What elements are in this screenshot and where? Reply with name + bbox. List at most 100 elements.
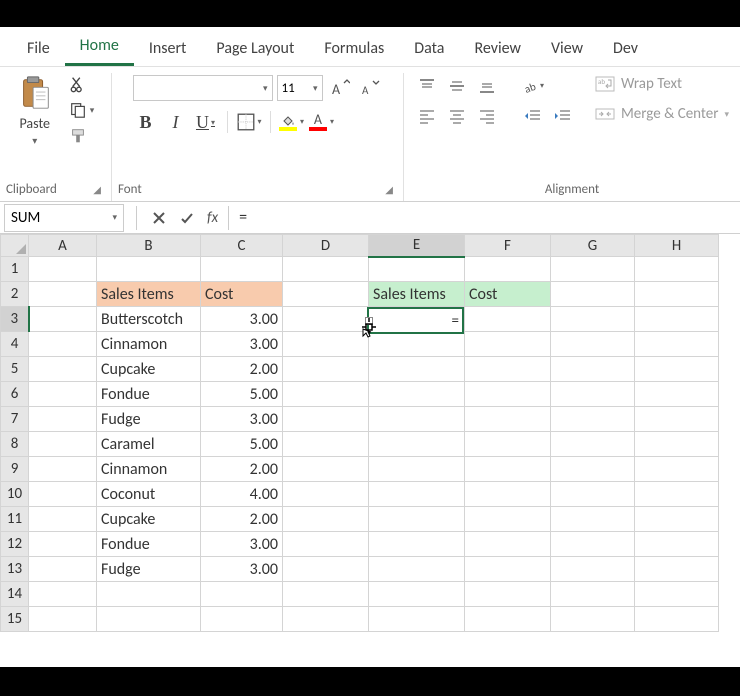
- cell-C6[interactable]: 5.00: [201, 382, 283, 407]
- cell-C5[interactable]: 2.00: [201, 357, 283, 382]
- cell-C11[interactable]: 2.00: [201, 507, 283, 532]
- cell-H1[interactable]: [635, 257, 719, 282]
- font-size-combo[interactable]: 11 ▾: [277, 75, 323, 101]
- cell-D13[interactable]: [283, 557, 369, 582]
- row-header-12[interactable]: 12: [1, 532, 29, 557]
- row-header-14[interactable]: 14: [1, 582, 29, 607]
- cell-C13[interactable]: 3.00: [201, 557, 283, 582]
- cell-C3[interactable]: 3.00: [201, 307, 283, 332]
- cell-G14[interactable]: [551, 582, 635, 607]
- cell-H13[interactable]: [635, 557, 719, 582]
- cell-A13[interactable]: [29, 557, 97, 582]
- cell-B5[interactable]: Cupcake: [97, 357, 201, 382]
- cell-D15[interactable]: [283, 607, 369, 632]
- cell-D2[interactable]: [283, 282, 369, 307]
- paste-dropdown-icon[interactable]: ▾: [32, 134, 37, 147]
- cell-B9[interactable]: Cinnamon: [97, 457, 201, 482]
- cell-G12[interactable]: [551, 532, 635, 557]
- cell-F12[interactable]: [465, 532, 551, 557]
- row-header-11[interactable]: 11: [1, 507, 29, 532]
- row-header-8[interactable]: 8: [1, 432, 29, 457]
- column-header-A[interactable]: A: [29, 235, 97, 257]
- cell-A8[interactable]: [29, 432, 97, 457]
- cell-A4[interactable]: [29, 332, 97, 357]
- column-header-H[interactable]: H: [635, 235, 719, 257]
- cell-G10[interactable]: [551, 482, 635, 507]
- cell-F14[interactable]: [465, 582, 551, 607]
- paste-label[interactable]: Paste: [20, 115, 50, 132]
- column-header-C[interactable]: C: [201, 235, 283, 257]
- paste-icon[interactable]: [15, 73, 55, 113]
- cell-A2[interactable]: [29, 282, 97, 307]
- tab-dev[interactable]: Dev: [598, 29, 653, 66]
- cell-G9[interactable]: [551, 457, 635, 482]
- cell-G5[interactable]: [551, 357, 635, 382]
- cell-F13[interactable]: [465, 557, 551, 582]
- cell-C9[interactable]: 2.00: [201, 457, 283, 482]
- cell-G4[interactable]: [551, 332, 635, 357]
- cell-A1[interactable]: [29, 257, 97, 282]
- name-box[interactable]: SUM ▾: [4, 204, 124, 232]
- cell-E13[interactable]: [369, 557, 465, 582]
- tab-data[interactable]: Data: [399, 29, 459, 66]
- cell-A6[interactable]: [29, 382, 97, 407]
- cell-D9[interactable]: [283, 457, 369, 482]
- cell-D8[interactable]: [283, 432, 369, 457]
- tab-page-layout[interactable]: Page Layout: [201, 29, 309, 66]
- cell-B8[interactable]: Caramel: [97, 432, 201, 457]
- cell-B11[interactable]: Cupcake: [97, 507, 201, 532]
- cell-F10[interactable]: [465, 482, 551, 507]
- cell-H3[interactable]: [635, 307, 719, 332]
- cell-D14[interactable]: [283, 582, 369, 607]
- enter-formula-button[interactable]: [173, 204, 201, 232]
- cell-H2[interactable]: [635, 282, 719, 307]
- cell-A14[interactable]: [29, 582, 97, 607]
- row-header-13[interactable]: 13: [1, 557, 29, 582]
- cell-C14[interactable]: [201, 582, 283, 607]
- fx-icon[interactable]: fx: [207, 209, 218, 227]
- cell-A9[interactable]: [29, 457, 97, 482]
- formula-input[interactable]: =: [233, 206, 740, 229]
- cell-B3[interactable]: Butterscotch: [97, 307, 201, 332]
- cell-G3[interactable]: [551, 307, 635, 332]
- row-header-15[interactable]: 15: [1, 607, 29, 632]
- cell-F2[interactable]: Cost: [465, 282, 551, 307]
- cell-D6[interactable]: [283, 382, 369, 407]
- cell-F8[interactable]: [465, 432, 551, 457]
- cell-G11[interactable]: [551, 507, 635, 532]
- select-all-corner[interactable]: [1, 235, 29, 257]
- cell-H5[interactable]: [635, 357, 719, 382]
- cell-E3[interactable]: [369, 307, 465, 332]
- row-header-6[interactable]: 6: [1, 382, 29, 407]
- border-button[interactable]: ▾: [236, 109, 262, 135]
- cell-C2[interactable]: Cost: [201, 282, 283, 307]
- font-name-combo[interactable]: ▾: [133, 75, 273, 101]
- cell-G7[interactable]: [551, 407, 635, 432]
- row-header-7[interactable]: 7: [1, 407, 29, 432]
- cell-C12[interactable]: 3.00: [201, 532, 283, 557]
- cell-C15[interactable]: [201, 607, 283, 632]
- align-right-button[interactable]: [475, 105, 499, 127]
- tab-home[interactable]: Home: [65, 26, 134, 66]
- column-header-F[interactable]: F: [465, 235, 551, 257]
- spreadsheet-grid[interactable]: ABCDEFGH12Sales ItemsCostSales ItemsCost…: [0, 234, 740, 647]
- cell-E7[interactable]: [369, 407, 465, 432]
- cell-F3[interactable]: [465, 307, 551, 332]
- cell-G6[interactable]: [551, 382, 635, 407]
- cell-F4[interactable]: [465, 332, 551, 357]
- cell-H6[interactable]: [635, 382, 719, 407]
- cell-H8[interactable]: [635, 432, 719, 457]
- cell-A7[interactable]: [29, 407, 97, 432]
- cell-H11[interactable]: [635, 507, 719, 532]
- row-header-1[interactable]: 1: [1, 257, 29, 282]
- cell-F5[interactable]: [465, 357, 551, 382]
- column-header-D[interactable]: D: [283, 235, 369, 257]
- decrease-indent-button[interactable]: [521, 105, 545, 127]
- cell-A12[interactable]: [29, 532, 97, 557]
- cell-E1[interactable]: [369, 257, 465, 282]
- cell-E11[interactable]: [369, 507, 465, 532]
- tab-review[interactable]: Review: [459, 29, 536, 66]
- cell-D4[interactable]: [283, 332, 369, 357]
- cell-E9[interactable]: [369, 457, 465, 482]
- font-dialog-launcher-icon[interactable]: ◢: [385, 183, 393, 196]
